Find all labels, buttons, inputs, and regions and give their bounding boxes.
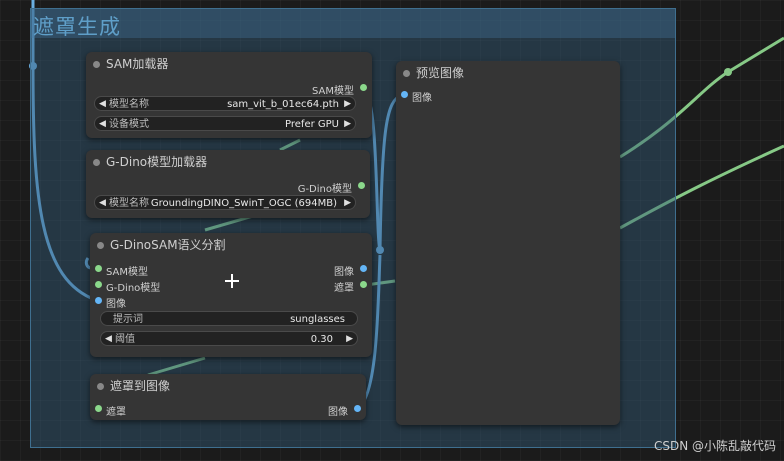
blue-slot-dot-icon[interactable] xyxy=(354,405,361,412)
widget-value: Prefer GPU xyxy=(285,119,339,130)
node-title-text: G-DinoSAM语义分割 xyxy=(110,238,226,252)
collapse-dot-icon[interactable] xyxy=(97,383,104,390)
node-title[interactable]: 预览图像 xyxy=(396,61,620,85)
slot-label: 图像 xyxy=(412,93,432,104)
collapse-dot-icon[interactable] xyxy=(93,159,100,166)
green-slot-dot-icon[interactable] xyxy=(360,281,367,288)
node-gdinosam-segment[interactable]: G-DinoSAM语义分割 SAM模型 G-Dino模型 图像 图像 遮罩 提示… xyxy=(90,233,372,357)
arrow-right-icon[interactable]: ▶ xyxy=(344,196,351,211)
arrow-right-icon[interactable]: ▶ xyxy=(346,332,353,347)
output-slot-image[interactable]: 图像 xyxy=(334,263,367,278)
collapse-dot-icon[interactable] xyxy=(93,61,100,68)
widget-value: sunglasses xyxy=(290,314,345,325)
node-preview-image[interactable]: 预览图像 图像 xyxy=(396,61,620,425)
slot-label: SAM模型 xyxy=(106,267,149,278)
blue-slot-dot-icon[interactable] xyxy=(95,297,102,304)
input-slot-sam-model[interactable]: SAM模型 xyxy=(95,263,149,278)
node-title-text: 遮罩到图像 xyxy=(110,379,171,393)
node-mask-to-image[interactable]: 遮罩到图像 遮罩 图像 xyxy=(90,374,366,420)
input-slot-image[interactable]: 图像 xyxy=(401,89,432,104)
slot-label: 图像 xyxy=(106,299,126,310)
widget-model-name[interactable]: ◀ 模型名称 sam_vit_b_01ec64.pth ▶ xyxy=(94,96,356,111)
node-title[interactable]: G-DinoSAM语义分割 xyxy=(90,233,372,257)
arrow-right-icon[interactable]: ▶ xyxy=(344,97,351,112)
node-title[interactable]: G-Dino模型加载器 xyxy=(86,150,370,174)
widget-value: sam_vit_b_01ec64.pth xyxy=(227,99,339,110)
node-sam-loader[interactable]: SAM加载器 SAM模型 ◀ 模型名称 sam_vit_b_01ec64.pth… xyxy=(86,52,372,138)
output-slot-image[interactable]: 图像 xyxy=(328,403,361,418)
slot-label: 遮罩 xyxy=(106,407,126,418)
input-slot-mask[interactable]: 遮罩 xyxy=(95,403,126,418)
collapse-dot-icon[interactable] xyxy=(97,242,104,249)
node-title-text: SAM加载器 xyxy=(106,57,169,71)
widget-prompt[interactable]: 提示词 sunglasses xyxy=(100,311,358,326)
arrow-left-icon[interactable]: ◀ xyxy=(99,196,106,211)
wire-reroute-dot-green xyxy=(724,68,732,76)
widget-value: GroundingDINO_SwinT_OGC (694MB) xyxy=(150,198,337,209)
watermark: CSDN @小陈乱敲代码 xyxy=(653,439,776,453)
widget-gdino-model-name[interactable]: ◀ 模型名称 GroundingDINO_SwinT_OGC (694MB) ▶ xyxy=(94,195,356,210)
slot-label: 图像 xyxy=(334,267,354,278)
arrow-left-icon[interactable]: ◀ xyxy=(105,332,112,347)
arrow-right-icon[interactable]: ▶ xyxy=(344,117,351,132)
crosshair-cursor-icon xyxy=(225,274,239,288)
green-slot-dot-icon[interactable] xyxy=(95,265,102,272)
collapse-dot-icon[interactable] xyxy=(403,70,410,77)
group-title: 遮罩生成 xyxy=(33,15,121,39)
green-slot-dot-icon[interactable] xyxy=(358,182,365,189)
output-slot-gdino-model[interactable]: G-Dino模型 xyxy=(297,180,365,195)
widget-label: 模型名称 xyxy=(109,198,149,209)
node-title-text: 预览图像 xyxy=(416,66,465,80)
output-slot-sam-model[interactable]: SAM模型 xyxy=(312,82,367,97)
blue-slot-dot-icon[interactable] xyxy=(401,91,408,98)
widget-label: 阈值 xyxy=(115,334,135,345)
arrow-left-icon[interactable]: ◀ xyxy=(99,97,106,112)
node-title[interactable]: SAM加载器 xyxy=(86,52,372,76)
green-slot-dot-icon[interactable] xyxy=(95,281,102,288)
widget-label: 设备模式 xyxy=(109,119,149,130)
widget-label: 模型名称 xyxy=(109,99,149,110)
node-title[interactable]: 遮罩到图像 xyxy=(90,374,366,398)
node-title-text: G-Dino模型加载器 xyxy=(106,155,208,169)
widget-threshold[interactable]: ◀ 阈值 0.30 ▶ xyxy=(100,331,358,346)
green-slot-dot-icon[interactable] xyxy=(360,84,367,91)
group-title-bar[interactable] xyxy=(31,9,675,38)
node-gdino-loader[interactable]: G-Dino模型加载器 G-Dino模型 ◀ 模型名称 GroundingDIN… xyxy=(86,150,370,218)
input-slot-image[interactable]: 图像 xyxy=(95,295,126,310)
slot-label: G-Dino模型 xyxy=(106,283,161,294)
input-slot-gdino-model[interactable]: G-Dino模型 xyxy=(95,279,161,294)
slot-label: 图像 xyxy=(328,407,348,418)
arrow-left-icon[interactable]: ◀ xyxy=(99,117,106,132)
output-slot-mask[interactable]: 遮罩 xyxy=(334,279,367,294)
green-slot-dot-icon[interactable] xyxy=(95,405,102,412)
slot-label: G-Dino模型 xyxy=(297,184,352,195)
blue-slot-dot-icon[interactable] xyxy=(360,265,367,272)
widget-value: 0.30 xyxy=(310,334,333,345)
slot-label: 遮罩 xyxy=(334,283,354,294)
widget-device-mode[interactable]: ◀ 设备模式 Prefer GPU ▶ xyxy=(94,116,356,131)
widget-label: 提示词 xyxy=(113,314,143,325)
